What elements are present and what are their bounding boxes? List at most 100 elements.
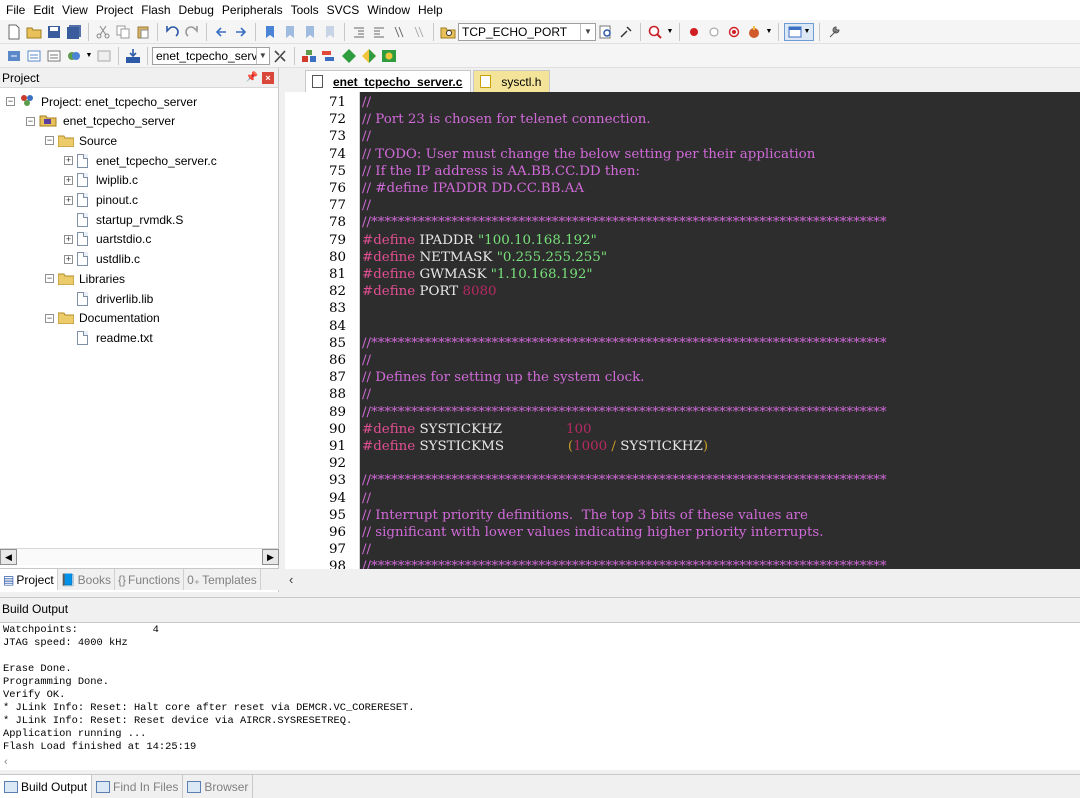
chevron-down-icon[interactable]: ▼ — [580, 23, 595, 40]
tree-item-file[interactable]: + lwiplib.c — [64, 171, 138, 190]
code-line[interactable]: // — [362, 128, 371, 145]
select-packs-icon[interactable] — [340, 47, 358, 65]
unindent-icon[interactable] — [370, 23, 388, 41]
tab-books[interactable]: 📘 Books — [58, 569, 116, 590]
find-combo[interactable]: TCP_ECHO_PORT ▼ — [458, 22, 596, 41]
menu-item-tools[interactable]: Tools — [287, 0, 323, 20]
code-line[interactable]: #define NETMASK "0.255.255.255" — [362, 249, 607, 266]
tab-browser[interactable]: Browser — [183, 775, 254, 798]
code-line[interactable]: // — [362, 197, 371, 214]
tab-project[interactable]: ▤ Project — [0, 569, 58, 590]
open-folder-icon[interactable] — [25, 23, 43, 41]
menu-item-file[interactable]: File — [2, 0, 29, 20]
code-line[interactable]: //**************************************… — [362, 558, 887, 569]
tree-item-file[interactable]: driverlib.lib — [64, 289, 153, 308]
tree-item-file[interactable]: readme.txt — [64, 328, 153, 347]
menu-item-peripherals[interactable]: Peripherals — [218, 0, 287, 20]
editor-horizontal-scrollbar[interactable]: ‹ — [285, 569, 1080, 589]
code-line[interactable]: //**************************************… — [362, 404, 887, 421]
expand-icon[interactable]: + — [64, 156, 73, 166]
build-output-log[interactable]: Watchpoints: 4 JTAG speed: 4000 kHz Erase … — [0, 622, 1080, 770]
tree-item-target[interactable]: − enet_tcpecho_server — [26, 112, 175, 131]
expand-icon[interactable]: + — [64, 234, 73, 244]
tree-item-file[interactable]: + uartstdio.c — [64, 230, 151, 249]
code-line[interactable]: // Port 23 is chosen for telenet connect… — [362, 111, 651, 128]
build-output-scrollbar[interactable]: ‹ — [0, 756, 1080, 770]
menu-item-help[interactable]: Help — [414, 0, 447, 20]
code-line[interactable]: // significant with lower values indicat… — [362, 524, 823, 541]
manage-components-icon[interactable] — [320, 47, 338, 65]
code-line[interactable]: // TODO: User must change the below sett… — [362, 146, 815, 163]
menu-item-svcs[interactable]: SVCS — [323, 0, 364, 20]
rte-icon[interactable] — [380, 47, 398, 65]
disable-breakpoint-icon[interactable] — [705, 23, 723, 41]
code-line[interactable]: #define SYSTICKMS (1000 / SYSTICKHZ) — [362, 438, 708, 455]
bookmark-icon[interactable] — [261, 23, 279, 41]
tab-build-output[interactable]: Build Output — [0, 775, 93, 798]
translate-icon[interactable] — [5, 47, 23, 65]
target-combo[interactable]: enet_tcpecho_server ▼ — [152, 46, 270, 65]
code-line[interactable]: // — [362, 94, 371, 111]
save-all-icon[interactable] — [65, 23, 83, 41]
code-line[interactable]: #define PORT 8080 — [362, 283, 497, 300]
navigate-back-icon[interactable] — [212, 23, 230, 41]
collapse-icon[interactable]: − — [6, 97, 15, 106]
tree-item-folder[interactable]: − Documentation — [45, 309, 160, 328]
target-options-icon[interactable] — [271, 47, 289, 65]
cut-icon[interactable] — [94, 23, 112, 41]
debug-session-icon[interactable] — [646, 23, 664, 41]
scroll-right-icon[interactable]: ▶ — [262, 549, 279, 565]
save-icon[interactable] — [45, 23, 63, 41]
code-line[interactable]: //**************************************… — [362, 335, 887, 352]
build-icon[interactable] — [25, 47, 43, 65]
scrollbar-track[interactable] — [17, 549, 262, 565]
chevron-down-icon[interactable]: ▼ — [255, 47, 269, 64]
rebuild-icon[interactable] — [45, 47, 63, 65]
tree-item-folder[interactable]: − Source — [45, 131, 117, 150]
collapse-icon[interactable]: − — [45, 136, 54, 146]
indent-icon[interactable] — [350, 23, 368, 41]
menu-item-project[interactable]: Project — [92, 0, 137, 20]
batch-build-icon[interactable] — [65, 47, 83, 65]
uncomment-icon[interactable] — [410, 23, 428, 41]
editor-tab-enet_tcpecho_server-c[interactable]: enet_tcpecho_server.c — [305, 70, 472, 92]
find-icon[interactable] — [597, 23, 615, 41]
configure-icon[interactable] — [825, 23, 843, 41]
kill-breakpoints-icon[interactable] — [725, 23, 743, 41]
expand-icon[interactable]: + — [64, 175, 73, 185]
code-area[interactable]: //// Port 23 is chosen for telenet conne… — [360, 92, 1080, 569]
tab-functions[interactable]: {} Functions — [115, 569, 185, 590]
collapse-icon[interactable]: − — [26, 116, 35, 126]
expand-icon[interactable]: + — [64, 195, 73, 205]
incremental-find-icon[interactable] — [617, 23, 635, 41]
chevron-down-icon[interactable]: ▼ — [666, 23, 674, 41]
tree-item-file[interactable]: + ustdlib.c — [64, 250, 140, 269]
code-line[interactable]: #define SYSTICKHZ 100 — [362, 421, 592, 438]
insert-breakpoint-icon[interactable] — [745, 23, 763, 41]
code-editor[interactable]: 71 72 73 74 75 76 77 78 79 80 81 82 83 84 85 86 87 88 89 90… — [285, 92, 1080, 569]
code-line[interactable]: // Defines for setting up the system clo… — [362, 369, 644, 386]
code-line[interactable]: // — [362, 352, 371, 369]
code-line[interactable]: // #define IPADDR DD.CC.BB.AA — [362, 180, 584, 197]
code-line[interactable]: // Interrupt priority definitions. The t… — [362, 507, 808, 524]
code-line[interactable]: #define IPADDR "100.10.168.192" — [362, 232, 597, 249]
prev-bookmark-icon[interactable] — [281, 23, 299, 41]
menu-item-window[interactable]: Window — [363, 0, 414, 20]
menu-item-view[interactable]: View — [58, 0, 92, 20]
code-line[interactable]: // If the IP address is AA.BB.CC.DD then… — [362, 163, 640, 180]
scroll-left-icon[interactable]: ‹ — [289, 572, 293, 587]
scroll-left-icon[interactable]: ◀ — [0, 549, 17, 565]
tree-item-file[interactable]: startup_rvmdk.S — [64, 210, 183, 229]
chevron-down-icon[interactable]: ▼ — [85, 47, 93, 65]
collapse-icon[interactable]: − — [45, 313, 54, 323]
close-icon[interactable]: × — [262, 71, 274, 84]
pack-installer-icon[interactable] — [360, 47, 378, 65]
stop-build-icon[interactable] — [95, 47, 113, 65]
code-line[interactable]: //**************************************… — [362, 472, 887, 489]
navigate-forward-icon[interactable] — [232, 23, 250, 41]
clear-bookmarks-icon[interactable] — [321, 23, 339, 41]
tab-find-in-files[interactable]: Find In Files — [92, 775, 184, 798]
pin-icon[interactable]: 📌 — [246, 72, 258, 83]
code-line[interactable]: // — [362, 490, 371, 507]
next-bookmark-icon[interactable] — [301, 23, 319, 41]
